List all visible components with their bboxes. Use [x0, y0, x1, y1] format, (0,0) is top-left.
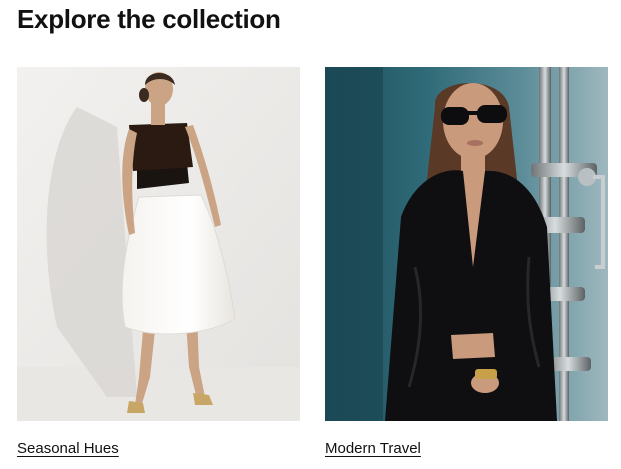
model-white-skirt-photo	[17, 67, 300, 421]
collection-card-modern-travel[interactable]: Modern Travel	[325, 67, 608, 458]
card-link-seasonal-hues[interactable]: Seasonal Hues	[17, 440, 119, 458]
section-title: Explore the collection	[17, 4, 281, 34]
card-image-link[interactable]	[325, 67, 608, 421]
card-link-modern-travel[interactable]: Modern Travel	[325, 440, 421, 458]
card-image-link[interactable]	[17, 67, 300, 421]
model-black-shirt-photo	[325, 67, 608, 421]
collection-card-seasonal-hues[interactable]: Seasonal Hues	[17, 67, 300, 458]
